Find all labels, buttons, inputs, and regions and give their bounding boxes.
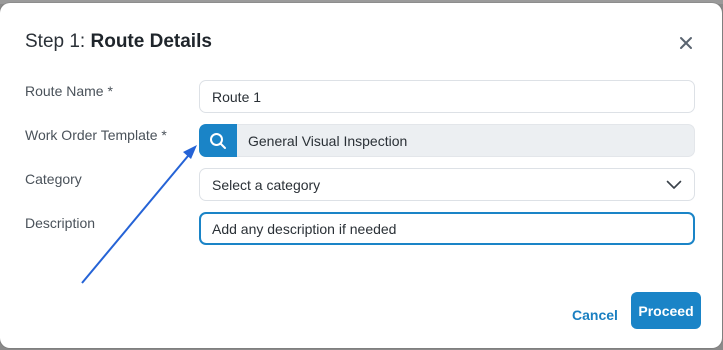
- description-placeholder: Add any description if needed: [212, 220, 397, 237]
- description-label: Description: [25, 215, 96, 231]
- dialog-title: Step 1: Route Details: [25, 31, 212, 53]
- close-icon: [680, 37, 692, 49]
- work-order-template-label: Work Order Template *: [25, 127, 167, 143]
- search-icon: [210, 132, 226, 149]
- proceed-button[interactable]: Proceed: [631, 292, 701, 329]
- title-main: Route Details: [90, 31, 212, 52]
- chevron-down-icon: [666, 180, 682, 190]
- route-details-dialog: Step 1: Route Details Route Name * Route…: [0, 3, 722, 348]
- category-select[interactable]: Select a category: [199, 168, 695, 201]
- route-name-field[interactable]: Route 1: [199, 80, 695, 113]
- title-step: Step 1:: [25, 31, 91, 52]
- route-name-label: Route Name *: [25, 83, 113, 99]
- category-placeholder: Select a category: [212, 176, 321, 193]
- work-order-template-value: General Visual Inspection: [248, 132, 408, 149]
- search-button[interactable]: [199, 124, 237, 157]
- cancel-button[interactable]: Cancel: [566, 300, 624, 330]
- close-button[interactable]: [676, 33, 696, 53]
- route-name-value: Route 1: [212, 88, 262, 105]
- category-label: Category: [25, 171, 82, 187]
- description-input[interactable]: Add any description if needed: [199, 212, 695, 245]
- work-order-template-field[interactable]: General Visual Inspection: [199, 124, 695, 157]
